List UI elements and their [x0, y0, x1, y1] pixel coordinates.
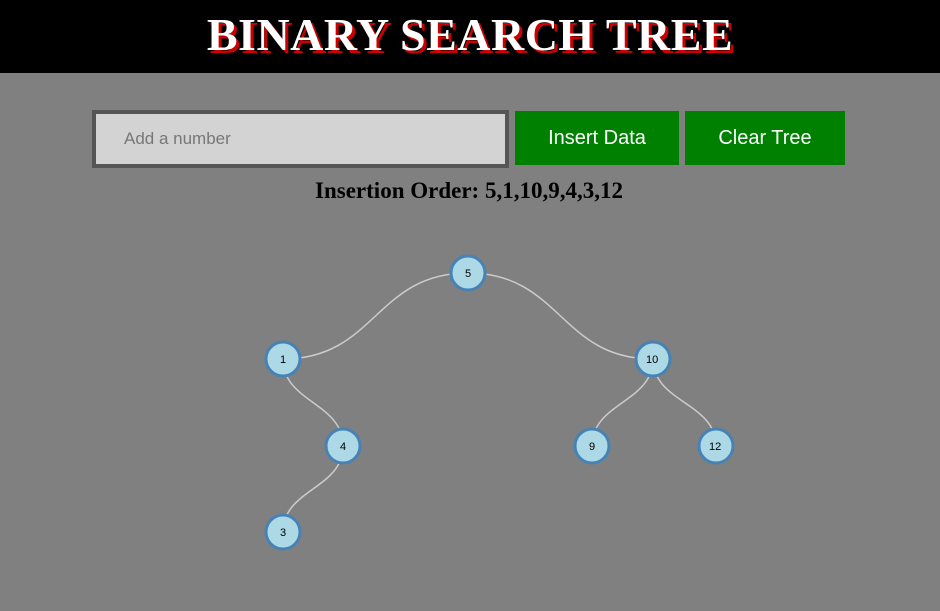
- tree-node-label: 5: [465, 268, 471, 280]
- tree-canvas: 5 1 10 4 3 9 12: [264, 254, 735, 551]
- tree-node-5: 5: [449, 254, 487, 292]
- tree-link-5-1: [282, 272, 469, 360]
- tree-node-3: 3: [264, 513, 302, 551]
- tree-node-label: 3: [280, 527, 286, 539]
- tree-node-12: 12: [697, 427, 735, 465]
- tree-node-label: 9: [589, 441, 595, 453]
- tree-node-1: 1: [264, 340, 302, 378]
- tree-node-9: 9: [573, 427, 611, 465]
- tree-link-5-10: [467, 272, 654, 360]
- tree-node-label: 1: [280, 354, 286, 366]
- tree-node-10: 10: [634, 340, 672, 378]
- tree-node-label: 10: [646, 354, 658, 366]
- tree-links: [282, 272, 717, 533]
- tree-node-label: 4: [340, 441, 346, 453]
- tree-node-label: 12: [709, 441, 721, 453]
- tree-node-4: 4: [324, 427, 362, 465]
- tree-nodes: 5 1 10 4 3 9 12: [264, 254, 735, 551]
